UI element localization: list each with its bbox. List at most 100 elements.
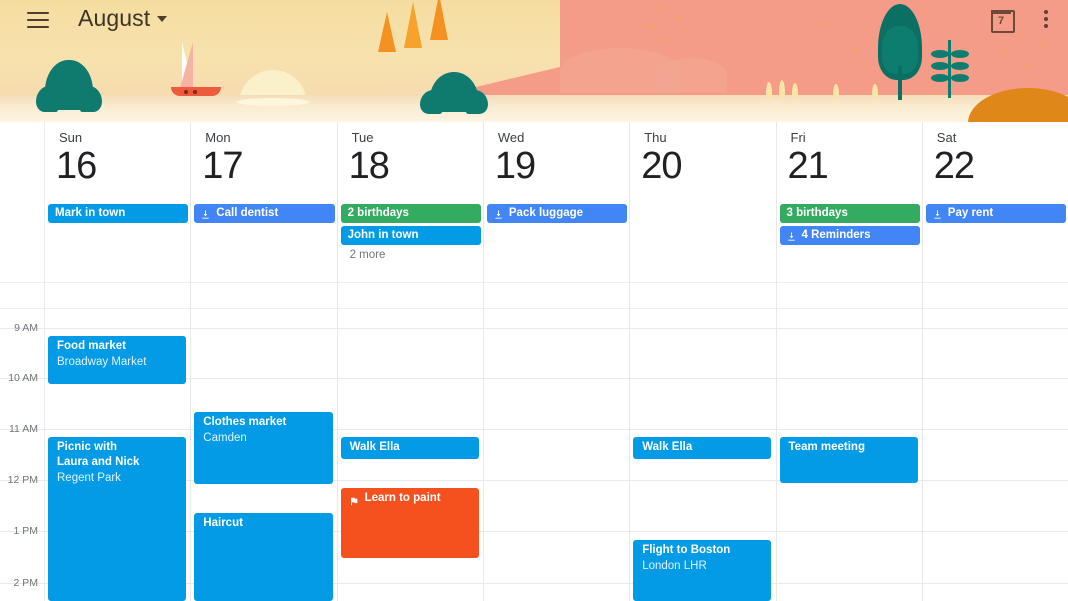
app-top-bar: August 7 — [0, 0, 1068, 42]
sea-band — [0, 95, 1068, 122]
grass-icon — [833, 84, 839, 98]
reminder-icon — [786, 230, 797, 241]
reminder-icon — [200, 208, 211, 219]
google-calendar-week-view: August 7 9 AM 10 AM 11 AM 12 PM 1 PM 2 PM Sun… — [0, 0, 1068, 601]
day-number[interactable]: 18 — [349, 144, 390, 188]
day-column[interactable]: Sun 16 Mark in town Food market Broadway Mar… — [44, 122, 190, 601]
chip-label: 2 birthdays — [347, 207, 409, 219]
day-of-week-label: Thu — [644, 130, 667, 145]
day-of-week-label: Fri — [790, 130, 806, 145]
event-title: Picnic with — [57, 441, 118, 453]
day-column[interactable]: Wed 19 Pack luggage — [482, 122, 629, 601]
all-day-chip[interactable]: 4 Reminders — [779, 226, 920, 245]
calendar-event[interactable]: Flight to Boston London LHR — [633, 540, 772, 601]
event-title: Team meeting — [788, 441, 865, 453]
time-label: 9 AM — [14, 322, 38, 334]
all-day-chip[interactable]: Call dentist — [194, 204, 335, 223]
all-day-section: 3 birthdays 4 Reminders — [777, 204, 922, 248]
event-title-line2: Laura and Nick — [57, 456, 140, 468]
month-label[interactable]: August — [78, 5, 150, 32]
day-header[interactable]: Sun 16 — [45, 122, 190, 200]
chip-label: Pack luggage — [508, 207, 584, 219]
time-label: 12 PM — [7, 474, 38, 486]
chevron-down-icon[interactable] — [157, 16, 167, 22]
day-column[interactable]: Tue 18 2 birthdays John in town 2 more Walk E… — [336, 122, 483, 601]
day-of-week-label: Wed — [497, 130, 525, 145]
day-of-week-label: Sat — [936, 130, 957, 145]
calendar-grid: 9 AM 10 AM 11 AM 12 PM 1 PM 2 PM Sun 16 Mark in… — [0, 122, 1068, 601]
calendar-event[interactable]: Walk Ella — [340, 437, 479, 459]
bush-icon — [36, 60, 102, 112]
day-columns: Sun 16 Mark in town Food market Broadway Mar… — [44, 122, 1068, 601]
day-column[interactable]: Thu 20 Walk Ella Flight to Boston London LHR — [629, 122, 775, 601]
day-number[interactable]: 19 — [495, 144, 536, 188]
day-header[interactable]: Tue 18 — [338, 122, 483, 200]
chip-label: Call dentist — [216, 207, 279, 219]
calendar-event[interactable]: Team meeting — [779, 437, 918, 483]
day-column[interactable]: Sat 22 Pay rent — [921, 122, 1068, 601]
day-number[interactable]: 22 — [934, 144, 975, 188]
all-day-section: 2 birthdays John in town 2 more — [338, 204, 483, 261]
day-header[interactable]: Sat 22 — [923, 122, 1068, 200]
calendar-event[interactable]: Haircut — [194, 513, 333, 601]
event-title: Flight to Boston — [642, 544, 731, 556]
grass-icon — [779, 80, 785, 98]
day-header[interactable]: Fri 21 — [777, 122, 922, 200]
kebab-menu-icon[interactable] — [1036, 8, 1056, 30]
all-day-chip[interactable]: Pay rent — [925, 204, 1067, 223]
time-label: 1 PM — [13, 525, 38, 537]
calendar-event[interactable]: Food market Broadway Market — [48, 336, 187, 384]
day-number[interactable]: 16 — [56, 144, 97, 188]
hamburger-menu-icon[interactable] — [27, 9, 51, 31]
grass-icon — [872, 84, 878, 98]
chip-label: 4 Reminders — [801, 229, 871, 241]
all-day-chip[interactable]: John in town — [340, 226, 481, 245]
calendar-event[interactable]: Learn to paint — [340, 488, 479, 558]
chip-label: John in town — [347, 229, 419, 241]
calendar-event[interactable]: Walk Ella — [633, 437, 772, 459]
event-title: Learn to paint — [364, 492, 441, 504]
calendar-event[interactable]: Clothes market Camden — [194, 412, 333, 484]
event-location: Broadway Market — [57, 356, 147, 368]
day-number[interactable]: 21 — [788, 144, 829, 188]
day-header[interactable]: Mon 17 — [191, 122, 336, 200]
grass-icon — [766, 82, 772, 98]
day-header[interactable]: Wed 19 — [484, 122, 629, 200]
reminder-icon — [493, 208, 504, 219]
all-day-section: Pack luggage — [484, 204, 629, 226]
day-column[interactable]: Mon 17 Call dentist Clothes market Camden Hai… — [190, 122, 336, 601]
day-header[interactable]: Thu 20 — [630, 122, 775, 200]
day-number[interactable]: 20 — [641, 144, 682, 188]
fern-plant-icon — [930, 40, 970, 98]
calendar-today-icon[interactable]: 7 — [990, 7, 1015, 33]
all-day-chip[interactable]: 2 birthdays — [340, 204, 481, 223]
day-number[interactable]: 17 — [202, 144, 243, 188]
time-label: 10 AM — [8, 372, 38, 384]
all-day-chip[interactable]: Pack luggage — [486, 204, 628, 223]
more-events-link[interactable]: 2 more — [350, 249, 483, 261]
event-location: Camden — [203, 432, 247, 444]
event-location: Regent Park — [57, 472, 121, 484]
all-day-chip[interactable]: Mark in town — [48, 204, 189, 223]
calendar-event[interactable]: Picnic with Laura and Nick Regent Park — [48, 437, 187, 601]
event-location: London LHR — [642, 560, 707, 572]
time-label: 2 PM — [13, 577, 38, 589]
all-day-section: Mark in town — [45, 204, 190, 226]
day-of-week-label: Sun — [59, 130, 83, 145]
event-title: Walk Ella — [642, 441, 693, 453]
event-title: Walk Ella — [349, 441, 400, 453]
all-day-chip[interactable]: 3 birthdays — [779, 204, 920, 223]
sun-reflection — [236, 98, 310, 106]
chip-label: Mark in town — [55, 207, 126, 219]
sailboat-icon — [168, 40, 224, 98]
event-title: Clothes market — [203, 416, 287, 428]
grass-icon — [792, 83, 798, 98]
today-date-number: 7 — [997, 15, 1005, 27]
day-of-week-label: Tue — [351, 130, 374, 145]
day-column[interactable]: Fri 21 3 birthdays 4 Reminders Team meeting — [775, 122, 922, 601]
hazy-hill — [655, 58, 727, 92]
flag-icon — [349, 494, 359, 506]
chip-label: Pay rent — [947, 207, 994, 219]
event-title: Food market — [57, 340, 127, 352]
all-day-section: Pay rent — [923, 204, 1068, 226]
